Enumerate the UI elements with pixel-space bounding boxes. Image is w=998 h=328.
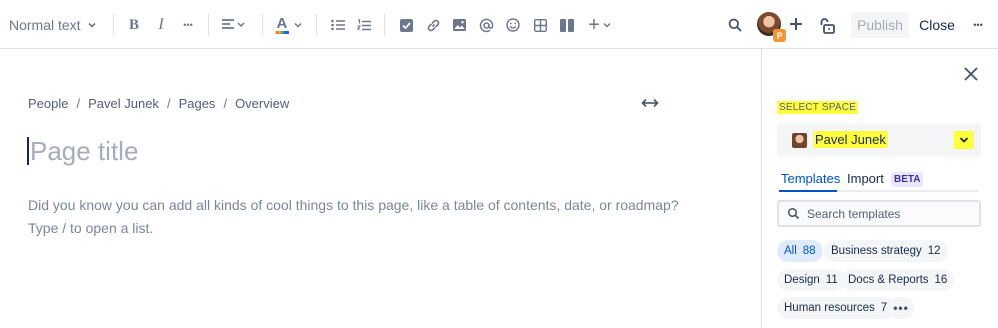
checkbox-icon — [399, 18, 413, 32]
chip-count: 7 — [880, 302, 888, 314]
more-actions-button[interactable]: ••• — [969, 12, 987, 38]
breadcrumb-item[interactable]: People — [28, 96, 68, 111]
text-color-glyph: A — [276, 15, 288, 32]
close-button[interactable]: Close — [917, 12, 957, 38]
toolbar-separator — [316, 14, 317, 36]
space-avatar — [792, 133, 807, 148]
category-chip-all[interactable]: All 88 — [777, 240, 823, 262]
page-title-input[interactable]: Page title — [30, 136, 138, 167]
plus-icon: + — [588, 14, 600, 36]
publish-button[interactable]: Publish — [851, 12, 909, 38]
search-icon — [787, 207, 800, 220]
breadcrumb: People / Pavel Junek / Pages / Overview — [28, 96, 289, 111]
close-icon — [964, 67, 978, 81]
tab-import[interactable]: Import — [847, 171, 884, 186]
chip-label: All — [784, 245, 797, 257]
chip-label: Design — [784, 274, 820, 286]
plus-icon — [790, 18, 802, 30]
active-tab-indicator — [779, 190, 837, 192]
align-icon — [222, 19, 245, 29]
category-chip-human-resources[interactable]: Human resources 7 — [777, 297, 895, 319]
image-button[interactable] — [452, 12, 466, 38]
chip-count: 11 — [825, 274, 838, 286]
bullet-list-button[interactable] — [331, 12, 345, 38]
link-icon — [427, 19, 439, 31]
numbered-list-icon — [357, 18, 371, 30]
toolbar-separator — [208, 14, 209, 36]
category-chip-docs-reports[interactable]: Docs & Reports 16 — [841, 269, 955, 291]
find-button[interactable] — [727, 12, 743, 38]
toolbar-separator — [113, 14, 114, 36]
numbered-list-button[interactable] — [357, 12, 371, 38]
category-chip-business-strategy[interactable]: Business strategy 12 — [824, 240, 948, 262]
image-icon — [452, 19, 466, 31]
template-search[interactable] — [777, 200, 981, 227]
hint-line: Type / to open a list. — [28, 220, 154, 236]
editor-toolbar: Normal text B I ••• A + P Publish Close … — [0, 0, 998, 49]
chip-label: Business strategy — [831, 245, 922, 257]
toolbar-separator — [384, 14, 385, 36]
breadcrumb-item[interactable]: Overview — [235, 96, 289, 111]
emoji-icon — [506, 18, 520, 32]
avatar-badge: P — [773, 29, 786, 42]
space-name: Pavel Junek — [813, 131, 888, 148]
collaborator-avatar[interactable]: P — [756, 11, 786, 42]
insert-more-button[interactable]: + — [586, 12, 614, 38]
table-icon — [533, 18, 547, 32]
bold-button[interactable]: B — [127, 12, 141, 38]
bullet-list-icon — [331, 19, 345, 31]
invite-button[interactable] — [786, 12, 806, 36]
beta-badge: BETA — [891, 172, 924, 187]
layout-icon — [560, 18, 574, 32]
table-button[interactable] — [532, 12, 548, 38]
breadcrumb-item[interactable]: Pages — [179, 96, 216, 111]
space-select[interactable]: Pavel Junek — [777, 123, 981, 157]
chip-label: Docs & Reports — [848, 274, 929, 286]
italic-button[interactable]: I — [155, 12, 167, 38]
breadcrumb-separator: / — [166, 96, 171, 111]
breadcrumb-separator: / — [223, 96, 228, 111]
action-item-button[interactable] — [399, 12, 413, 38]
text-color-icon: A — [275, 15, 290, 34]
chip-label: Human resources — [784, 302, 875, 314]
chip-count: 12 — [927, 245, 941, 257]
category-chip-design[interactable]: Design 11 — [777, 269, 845, 291]
page-width-toggle[interactable] — [641, 95, 659, 111]
link-button[interactable] — [425, 12, 441, 38]
chevron-down-icon — [88, 22, 96, 28]
select-space-label: SELECT SPACE — [777, 101, 859, 114]
text-cursor — [27, 137, 29, 165]
chip-count: 88 — [802, 245, 816, 257]
editor-hint[interactable]: Did you know you can add all kinds of co… — [28, 194, 679, 240]
mention-button[interactable] — [478, 12, 494, 38]
more-categories-button[interactable]: ••• — [888, 297, 914, 319]
restrictions-button[interactable] — [818, 12, 836, 38]
unlock-icon — [820, 17, 835, 34]
search-input[interactable] — [807, 205, 977, 223]
chip-count: 16 — [934, 274, 948, 286]
text-color-button[interactable]: A — [275, 12, 303, 38]
chevron-down-icon — [293, 22, 302, 28]
more-formatting-button[interactable]: ••• — [180, 12, 196, 38]
panel-tabs: Templates Import BETA — [779, 171, 979, 192]
text-style-dropdown[interactable]: Normal text — [9, 15, 97, 35]
alignment-button[interactable] — [221, 12, 249, 38]
expand-width-icon — [641, 98, 659, 108]
breadcrumb-separator: / — [76, 96, 81, 111]
panel-close-button[interactable] — [962, 65, 980, 83]
search-icon — [728, 18, 742, 32]
breadcrumb-item[interactable]: Pavel Junek — [88, 96, 159, 111]
text-style-label: Normal text — [9, 17, 81, 33]
tab-templates[interactable]: Templates — [781, 171, 840, 186]
chevron-down-icon — [954, 131, 974, 149]
chevron-down-icon — [603, 22, 611, 28]
toolbar-separator — [262, 14, 263, 36]
layout-button[interactable] — [559, 12, 575, 38]
hint-line: Did you know you can add all kinds of co… — [28, 197, 679, 213]
emoji-button[interactable] — [505, 12, 521, 38]
mention-icon — [479, 18, 493, 32]
